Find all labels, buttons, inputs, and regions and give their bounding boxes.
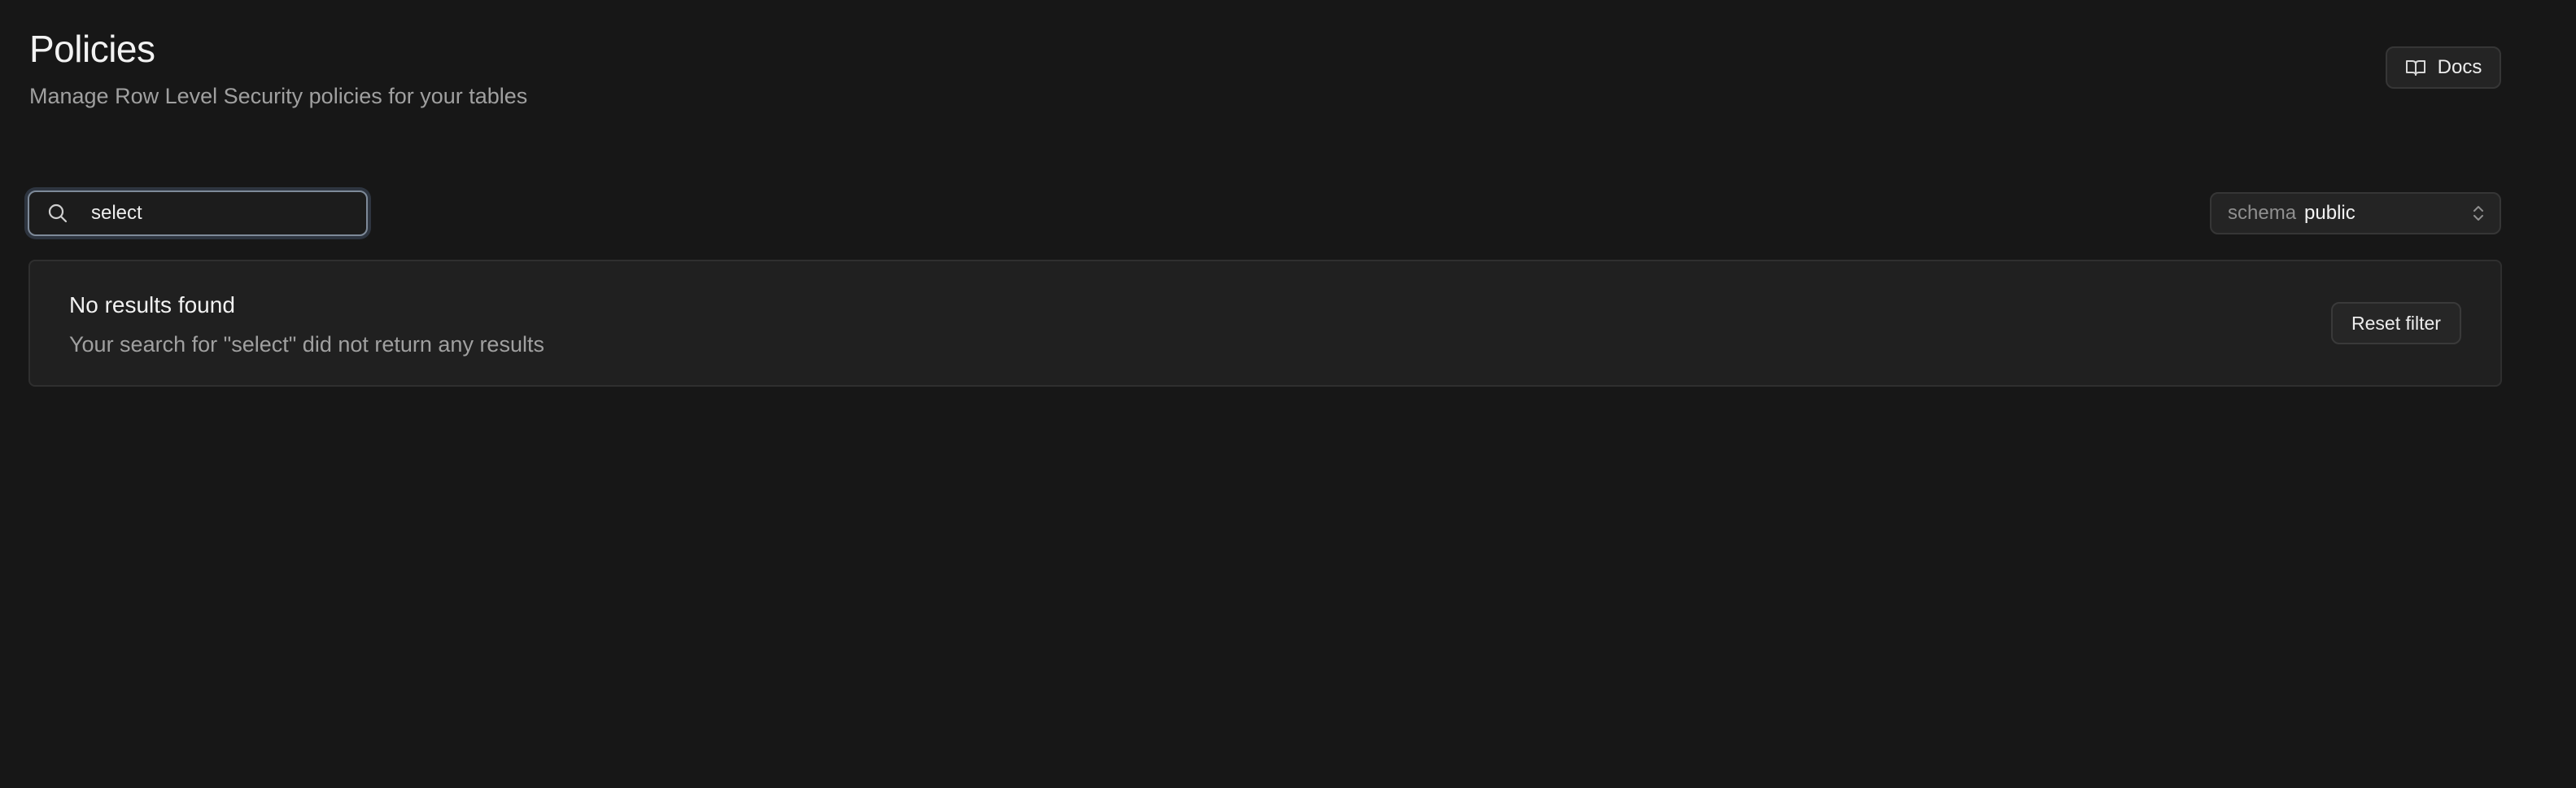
search-icon bbox=[47, 203, 78, 224]
page-header: Policies Manage Row Level Security polic… bbox=[29, 24, 527, 112]
schema-select-value: public bbox=[2304, 202, 2356, 224]
docs-button[interactable]: Docs bbox=[2386, 46, 2501, 89]
search-input[interactable] bbox=[78, 192, 366, 234]
empty-results-title: No results found bbox=[69, 292, 235, 317]
chevron-up-down-icon bbox=[2472, 203, 2485, 224]
reset-filter-button[interactable]: Reset filter bbox=[2331, 302, 2461, 344]
empty-results-panel: No results found Your search for "select… bbox=[28, 260, 2502, 387]
empty-results-description: Your search for "select" did not return … bbox=[69, 332, 544, 357]
docs-button-label: Docs bbox=[2437, 56, 2482, 78]
page-title: Policies bbox=[29, 28, 155, 70]
schema-select-label: schema bbox=[2228, 202, 2297, 224]
page-subtitle: Manage Row Level Security policies for y… bbox=[29, 84, 528, 108]
search-box[interactable] bbox=[28, 190, 368, 236]
policies-page: Policies Manage Row Level Security polic… bbox=[0, 0, 2576, 788]
book-open-icon bbox=[2405, 59, 2426, 77]
schema-select[interactable]: schema public bbox=[2210, 192, 2501, 234]
